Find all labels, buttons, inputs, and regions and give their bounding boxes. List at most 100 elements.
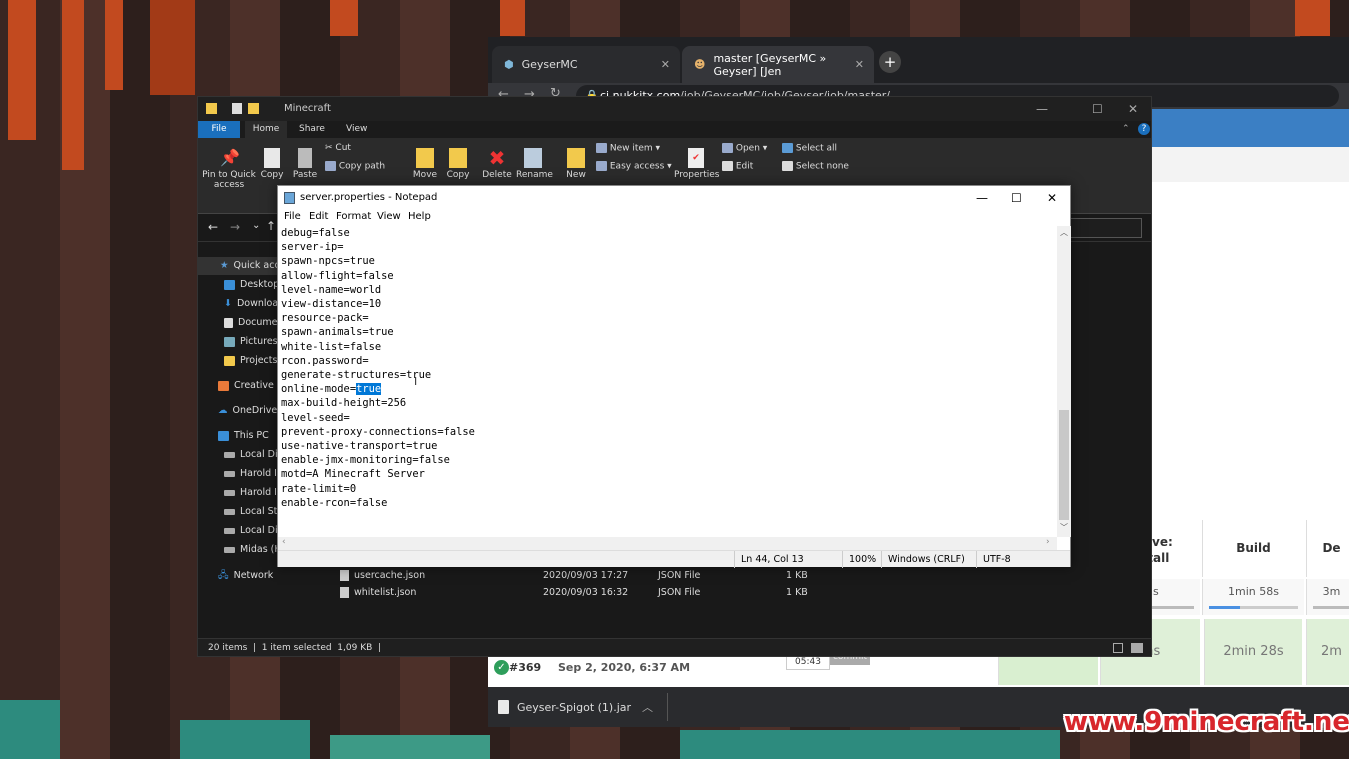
move-to-button[interactable]: Move	[410, 148, 440, 180]
menu-edit[interactable]: Edit	[309, 211, 328, 222]
help-icon[interactable]: ?	[1138, 123, 1150, 135]
button-label: Paste	[292, 170, 318, 180]
line-ending: Windows (CRLF)	[881, 551, 977, 568]
delete-button[interactable]: ✖ Delete	[482, 148, 512, 180]
sidebar-item-desktop[interactable]: Desktop	[198, 276, 279, 294]
background-water	[680, 730, 1060, 759]
close-tab-icon[interactable]: ✕	[855, 58, 864, 71]
close-tab-icon[interactable]: ✕	[661, 58, 670, 71]
select-none-button[interactable]: Select none	[782, 161, 849, 172]
close-icon[interactable]: ✕	[1047, 186, 1057, 210]
sidebar-item-pictures[interactable]: Pictures	[198, 333, 278, 351]
open-button[interactable]: Open ▾	[722, 143, 767, 154]
copy-button[interactable]: Copy	[258, 148, 286, 180]
run-number[interactable]: #369	[509, 661, 541, 674]
new-item-button[interactable]: New item ▾	[596, 143, 660, 154]
drive-icon	[224, 490, 235, 496]
chevron-up-icon[interactable]: ⌃	[1122, 124, 1130, 134]
tab-home[interactable]: Home	[245, 121, 287, 138]
tab-geysermc[interactable]: ⬢ GeyserMC ✕	[492, 46, 680, 83]
up-icon[interactable]: ↑	[266, 219, 276, 233]
scroll-down-icon[interactable]: ﹀	[1060, 522, 1068, 533]
sidebar-item-drive[interactable]: Harold I (	[198, 484, 284, 502]
tab-share[interactable]: Share	[299, 124, 325, 134]
properties-button[interactable]: ✔ Properties	[674, 148, 719, 180]
large-icons-view-icon[interactable]	[1131, 643, 1143, 653]
sidebar-item-projects[interactable]: Projects	[198, 352, 277, 370]
scroll-left-icon[interactable]: ‹	[282, 537, 286, 547]
close-icon[interactable]: ✕	[1128, 97, 1138, 121]
tab-jenkins-master[interactable]: ☻ master [GeyserMC » Geyser] [Jen ✕	[682, 46, 874, 83]
menu-view[interactable]: View	[377, 211, 401, 222]
minimize-icon[interactable]: —	[976, 186, 988, 210]
new-folder-quick-icon[interactable]	[248, 103, 259, 114]
list-item[interactable]: whitelist.json 2020/09/03 16:32 JSON Fil…	[338, 584, 818, 601]
text-cursor-icon: I	[414, 375, 418, 388]
tab-label: master [GeyserMC » Geyser] [Jen	[713, 51, 827, 78]
menu-format[interactable]: Format	[336, 211, 371, 222]
edit-button[interactable]: Edit	[722, 161, 753, 172]
horizontal-scrollbar[interactable]: ‹ ›	[278, 537, 1057, 550]
stage-cell-deploy[interactable]: 2m	[1306, 619, 1349, 685]
maximize-icon[interactable]: ☐	[1092, 97, 1103, 121]
sidebar-item-onedrive[interactable]: ☁ OneDrive	[198, 402, 277, 420]
maximize-icon[interactable]: ☐	[1011, 186, 1022, 210]
stage-progress	[1209, 606, 1298, 609]
chevron-down-icon[interactable]: ⌄	[252, 220, 260, 231]
new-folder-icon	[567, 148, 585, 168]
menu-file[interactable]: File	[284, 211, 301, 222]
copy-to-button[interactable]: Copy	[444, 148, 472, 180]
list-item[interactable]: usercache.json 2020/09/03 17:27 JSON Fil…	[338, 567, 818, 584]
sidebar-item-drive[interactable]: Harold II	[198, 465, 280, 483]
tab-label: GeyserMC	[521, 58, 578, 71]
chevron-up-icon[interactable]: ︿	[642, 699, 653, 715]
java-file-icon	[498, 700, 509, 714]
tab-file[interactable]: File	[198, 121, 240, 138]
vertical-scrollbar[interactable]: ︿ ﹀	[1057, 226, 1071, 537]
copy-path-button[interactable]: Copy path	[325, 161, 385, 172]
desktop-icon	[224, 280, 235, 290]
paste-button[interactable]: Paste	[290, 148, 320, 180]
file-size: 1 KB	[786, 587, 808, 598]
back-icon[interactable]: ←	[208, 220, 218, 234]
sidebar-item-label: Harold II	[240, 468, 280, 479]
scroll-right-icon[interactable]: ›	[1046, 537, 1050, 547]
background-lava	[500, 0, 525, 36]
copy-path-icon	[325, 161, 336, 171]
forward-icon[interactable]: →	[230, 220, 240, 234]
folder-icon	[224, 356, 235, 366]
pin-icon: 📌	[220, 148, 240, 167]
sidebar-item-creative-cloud[interactable]: Creative Cl	[198, 377, 286, 395]
sidebar-item-network[interactable]: 🖧 Network	[198, 567, 273, 585]
drive-icon	[224, 452, 235, 458]
clipboard-icon	[298, 148, 312, 168]
tab-view[interactable]: View	[346, 124, 367, 134]
sidebar-item-drive[interactable]: Local Dis	[198, 522, 283, 540]
stage-cell-build[interactable]: 2min 28s	[1204, 619, 1302, 685]
sidebar-item-drive[interactable]: Midas (H	[198, 541, 282, 559]
menu-help[interactable]: Help	[408, 211, 431, 222]
sidebar-item-this-pc[interactable]: This PC	[198, 427, 269, 445]
cut-button[interactable]: ✂ Cut	[325, 143, 351, 153]
delete-x-icon: ✖	[488, 146, 506, 170]
download-item[interactable]: Geyser-Spigot (1).jar ︿	[498, 693, 668, 721]
sidebar-item-downloads[interactable]: ⬇ Downloa	[198, 295, 278, 313]
notepad-text-area[interactable]: debug=false server-ip= spawn-npcs=true a…	[278, 226, 1056, 537]
sidebar-item-documents[interactable]: Documer	[198, 314, 281, 332]
scroll-thumb[interactable]	[1059, 410, 1069, 520]
sidebar-item-drive[interactable]: Local Dis	[198, 446, 283, 464]
select-all-button[interactable]: Select all	[782, 143, 837, 154]
pin-quick-access-button[interactable]: 📌 Pin to Quick access	[202, 148, 256, 190]
properties-quick-icon[interactable]	[232, 103, 242, 114]
minimize-icon[interactable]: —	[1036, 97, 1048, 121]
background-lava	[150, 0, 195, 95]
new-tab-button[interactable]: +	[879, 51, 901, 73]
cursor-position: Ln 44, Col 13	[734, 551, 846, 568]
easy-access-button[interactable]: Easy access ▾	[596, 161, 672, 172]
details-view-icon[interactable]	[1113, 643, 1123, 653]
sidebar-item-drive[interactable]: Local Sto	[198, 503, 283, 521]
new-folder-button[interactable]: New	[564, 148, 588, 180]
background-water	[180, 720, 310, 759]
scroll-up-icon[interactable]: ︿	[1060, 227, 1068, 238]
rename-button[interactable]: Rename	[516, 148, 553, 180]
